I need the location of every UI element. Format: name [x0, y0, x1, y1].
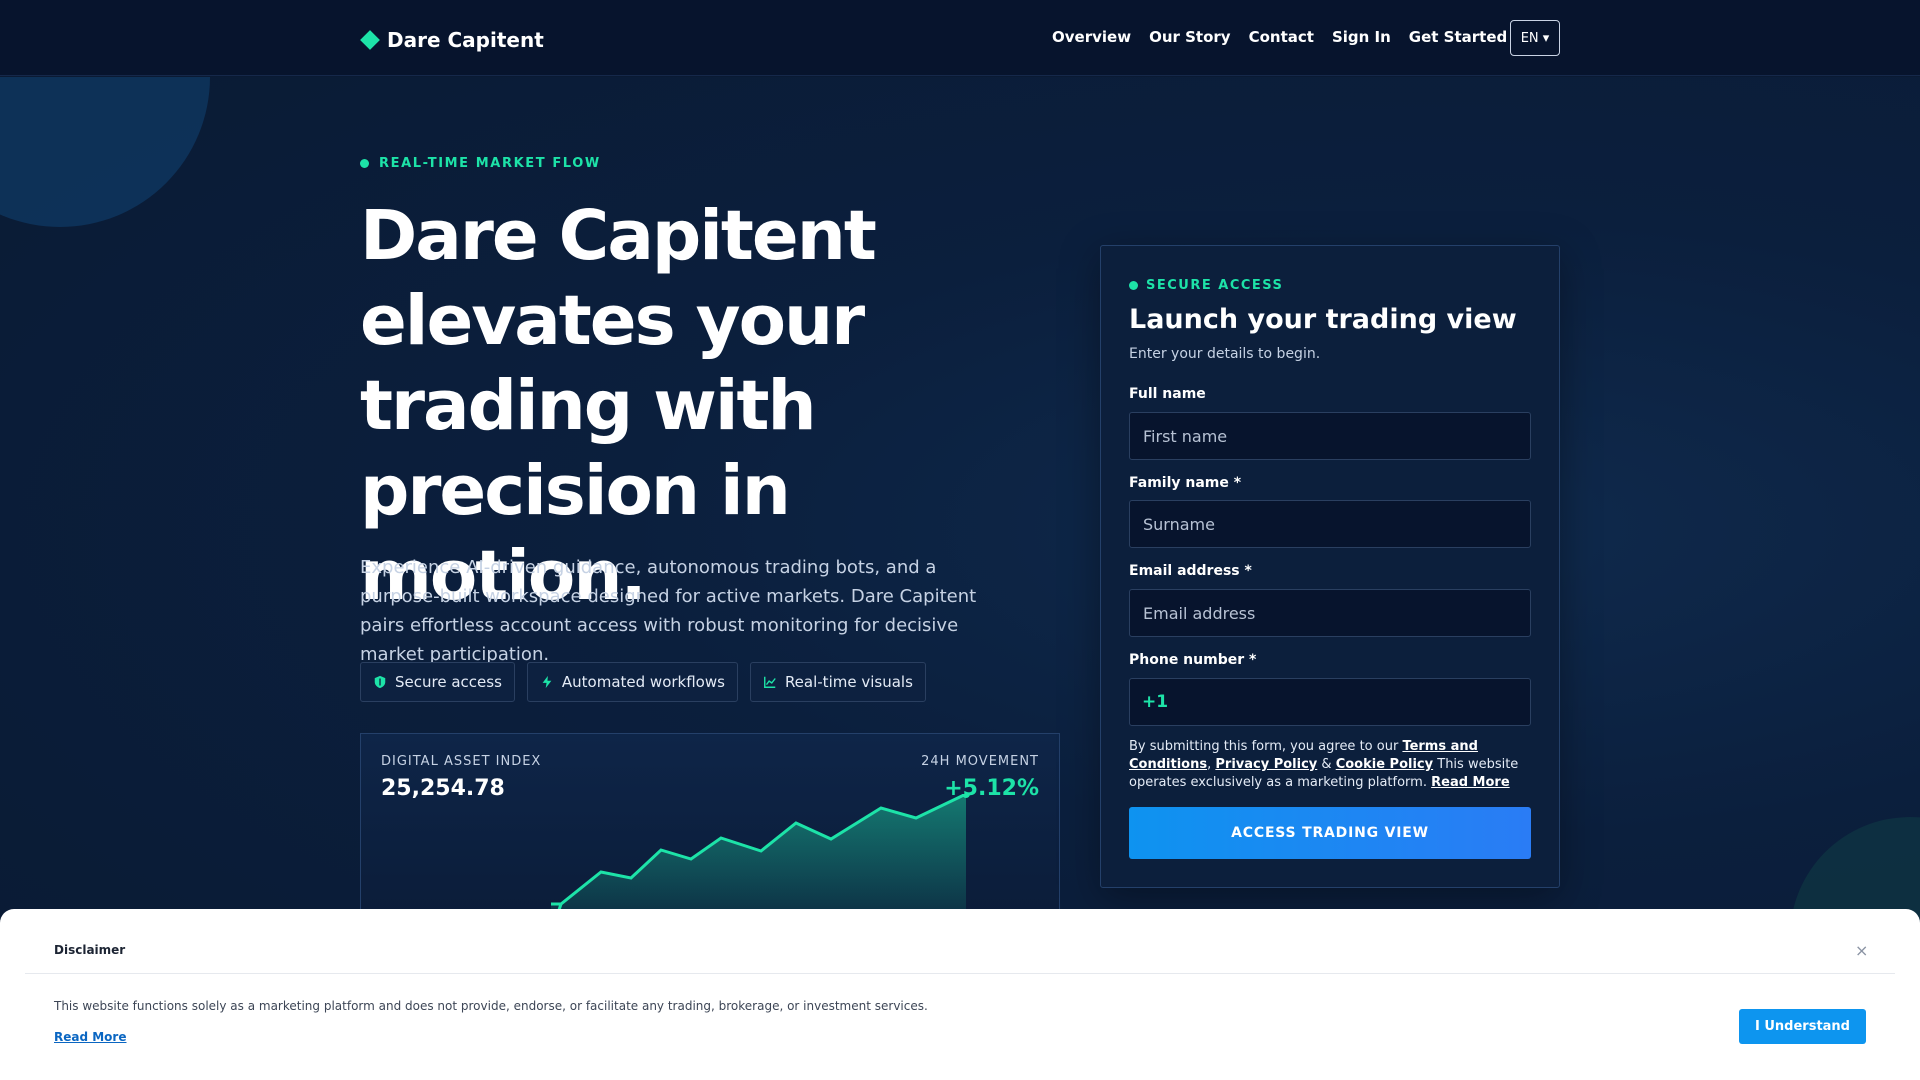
form-title: Launch your trading view	[1129, 304, 1517, 335]
first-name-input[interactable]	[1129, 412, 1531, 460]
movement-label: 24H MOVEMENT	[921, 754, 1039, 769]
family-name-label: Family name *	[1129, 475, 1242, 491]
digital-asset-index-card: DIGITAL ASSET INDEX 25,254.78 24H MOVEME…	[360, 733, 1060, 934]
legal-separator: ,	[1207, 757, 1212, 772]
email-label: Email address *	[1129, 563, 1252, 579]
signup-form-card: SECURE ACCESS Launch your trading view E…	[1100, 245, 1560, 888]
chip-label: Secure access	[395, 673, 502, 691]
hero-lead: Experience AI-driven guidance, autonomou…	[360, 557, 977, 665]
chip-label: Real-time visuals	[784, 673, 913, 691]
i-understand-button[interactable]: I Understand	[1739, 1009, 1866, 1044]
lightning-icon	[542, 675, 552, 689]
language-selector[interactable]: EN ▾	[1510, 20, 1560, 56]
surname-input[interactable]	[1129, 500, 1531, 548]
nav-link-overview[interactable]: Overview	[1052, 28, 1131, 46]
chip-label: Automated workflows	[561, 673, 725, 691]
legal-notice: By submitting this form, you agree to ou…	[1129, 738, 1533, 792]
read-more-link[interactable]: Read More	[1431, 775, 1510, 790]
legal-separator: &	[1321, 757, 1332, 772]
divider	[25, 973, 1895, 974]
form-eyebrow: SECURE ACCESS	[1129, 278, 1283, 293]
line-chart-icon	[763, 676, 776, 688]
nav-links: Overview Our Story Contact Sign In Get S…	[1052, 28, 1525, 46]
privacy-link[interactable]: Privacy Policy	[1215, 757, 1317, 772]
hero-eyebrow: REAL-TIME MARKET FLOW	[360, 156, 601, 171]
status-dot-icon	[1129, 281, 1138, 290]
phone-country-code: +1	[1142, 692, 1169, 712]
chip-automated-workflows: Automated workflows	[526, 662, 738, 702]
legal-prefix: By submitting this form, you agree to ou…	[1129, 739, 1399, 754]
email-input[interactable]	[1129, 589, 1531, 637]
cookie-link[interactable]: Cookie Policy	[1336, 757, 1433, 772]
close-icon[interactable]: ×	[1855, 941, 1868, 960]
index-label: DIGITAL ASSET INDEX	[381, 754, 542, 769]
feature-chips: Secure access Automated workflows Real-t…	[360, 662, 926, 702]
nav-link-get-started[interactable]: Get Started	[1409, 28, 1507, 46]
top-navigation: Dare Capitent Overview Our Story Contact…	[0, 0, 1920, 76]
form-eyebrow-text: SECURE ACCESS	[1146, 278, 1284, 293]
access-trading-view-button[interactable]: ACCESS TRADING VIEW	[1129, 807, 1531, 859]
brand-logo[interactable]: Dare Capitent	[360, 27, 544, 53]
phone-label: Phone number *	[1129, 652, 1257, 668]
disclaimer-read-more-link[interactable]: Read More	[54, 1030, 127, 1044]
disclaimer-text: This website functions solely as a marke…	[54, 999, 928, 1013]
disclaimer-banner: Disclaimer × This website functions sole…	[0, 909, 1920, 1080]
nav-link-sign-in[interactable]: Sign In	[1332, 28, 1391, 46]
diamond-icon	[360, 30, 380, 50]
full-name-label: Full name	[1129, 386, 1206, 402]
brand-name: Dare Capitent	[387, 28, 544, 52]
nav-link-our-story[interactable]: Our Story	[1149, 28, 1231, 46]
disclaimer-title: Disclaimer	[54, 943, 126, 957]
background-glow	[0, 77, 210, 227]
nav-link-contact[interactable]: Contact	[1249, 28, 1314, 46]
chip-secure-access: Secure access	[360, 662, 515, 702]
chip-real-time-visuals: Real-time visuals	[749, 662, 926, 702]
form-subtitle: Enter your details to begin.	[1129, 346, 1321, 362]
shield-icon	[374, 675, 386, 689]
phone-input[interactable]: +1	[1129, 678, 1531, 726]
hero-eyebrow-text: REAL-TIME MARKET FLOW	[379, 156, 601, 171]
status-dot-icon	[360, 159, 369, 168]
